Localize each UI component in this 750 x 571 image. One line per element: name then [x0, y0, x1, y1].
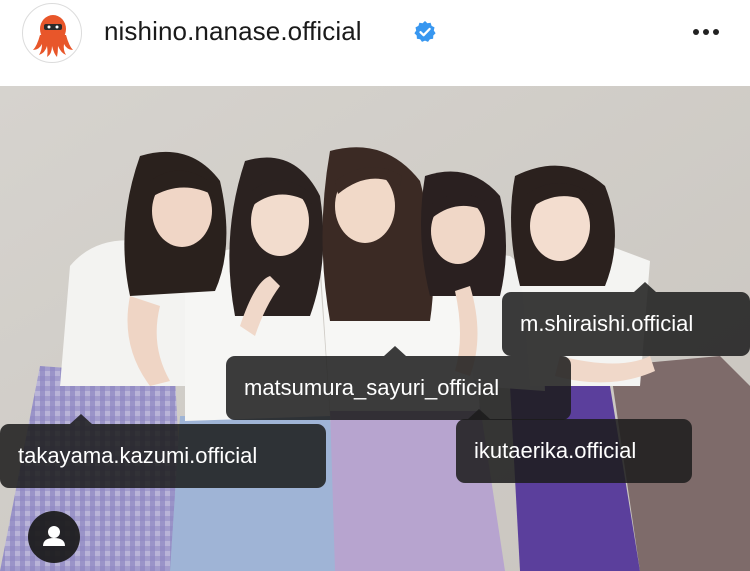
- octopus-avatar-icon: [33, 15, 73, 57]
- photo-tag[interactable]: matsumura_sayuri_official: [226, 346, 571, 420]
- photo-tag[interactable]: takayama.kazumi.official: [0, 414, 326, 488]
- profile-avatar[interactable]: [22, 3, 82, 63]
- person-icon: [43, 526, 65, 546]
- post-username[interactable]: nishino.nanase.official: [104, 16, 362, 47]
- photo-tag[interactable]: ikutaerika.official: [456, 409, 692, 483]
- more-options-button[interactable]: [688, 18, 724, 46]
- post-photo[interactable]: m.shiraishi.official matsumura_sayuri_of…: [0, 86, 750, 571]
- verified-badge-icon: [414, 21, 436, 42]
- more-horizontal-icon: [693, 29, 699, 35]
- post-header: nishino.nanase.official: [0, 0, 750, 86]
- tagged-people-button[interactable]: [28, 511, 80, 563]
- photo-tag[interactable]: m.shiraishi.official: [502, 282, 750, 356]
